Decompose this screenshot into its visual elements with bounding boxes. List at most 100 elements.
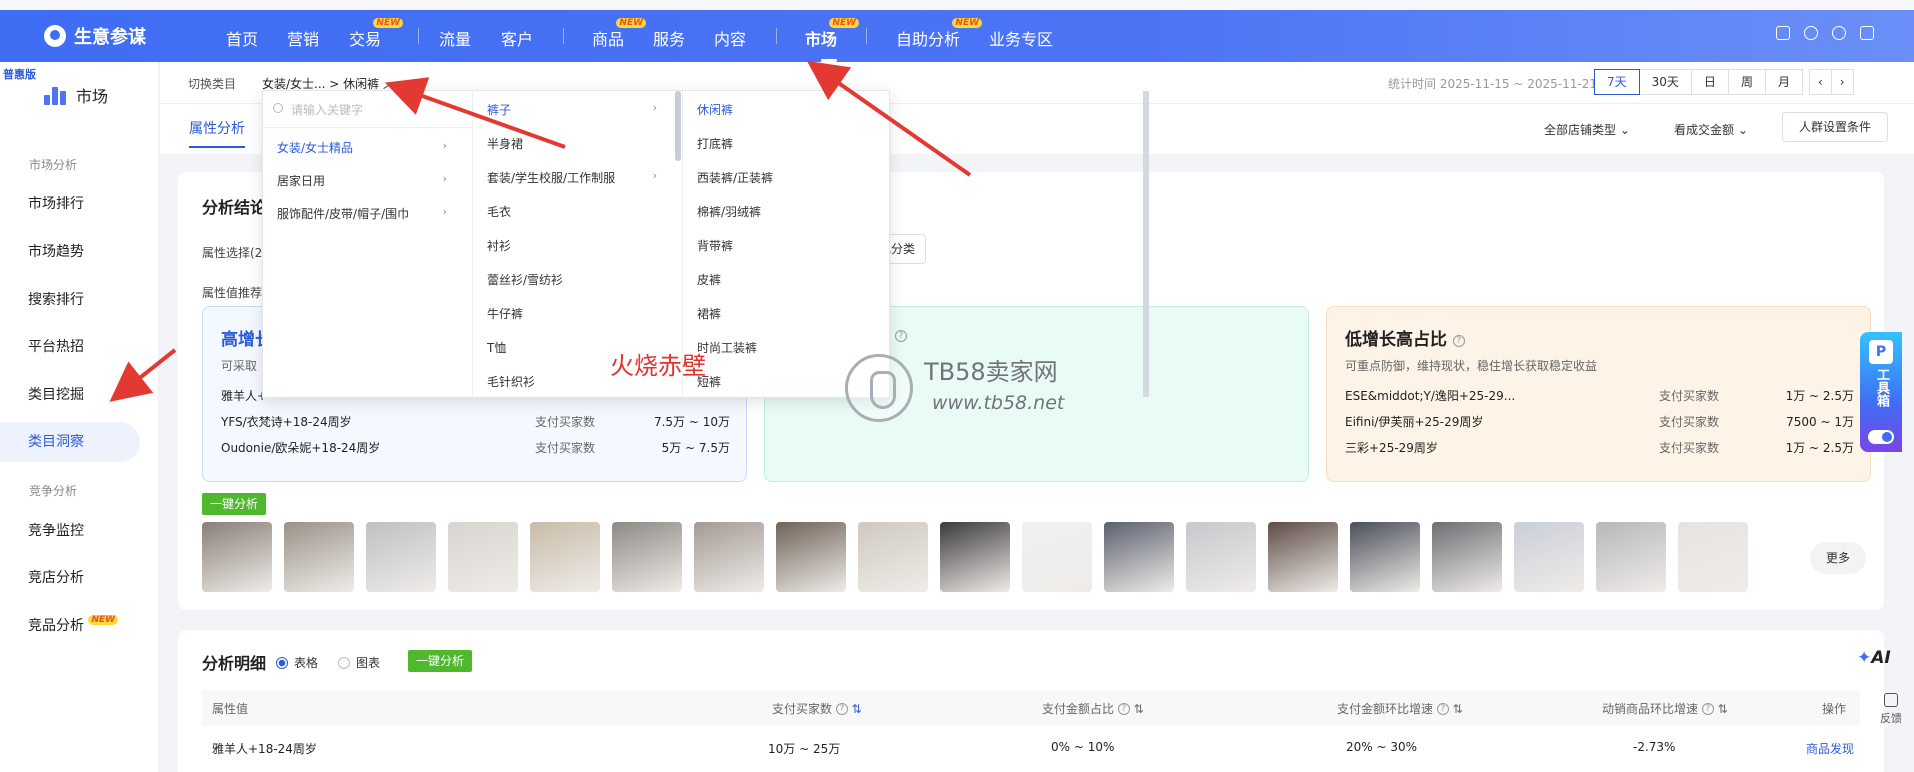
category-option[interactable]: 女装/女士精品 › (277, 139, 457, 156)
product-thumbnail[interactable] (1268, 522, 1338, 592)
col-active-growth[interactable]: 动销商品环比增速 ? ⇅ (1602, 700, 1728, 717)
category-option[interactable]: 皮裤 (697, 271, 721, 288)
product-thumbnail[interactable] (1432, 522, 1502, 592)
product-thumbnail[interactable] (448, 522, 518, 592)
col-share[interactable]: 支付金额占比 ? ⇅ (1042, 700, 1144, 717)
product-thumbnail[interactable] (776, 522, 846, 592)
sidebar-item-category-mining[interactable]: 类目挖掘 (28, 384, 84, 404)
product-thumbnail[interactable] (1022, 522, 1092, 592)
product-thumbnail[interactable] (858, 522, 928, 592)
more-button[interactable]: 更多 (1810, 542, 1866, 574)
range-day[interactable]: 日 (1690, 69, 1729, 95)
category-option[interactable]: 毛衣 (487, 203, 511, 220)
product-discover-link[interactable]: 商品发现 (1806, 740, 1854, 757)
col-buyers[interactable]: 支付买家数 ? ⇅ (772, 700, 862, 717)
sidebar-group-market: 市场分析 (29, 158, 78, 172)
col-growth[interactable]: 支付金额环比增速 ? ⇅ (1337, 700, 1463, 717)
info-icon[interactable]: ? (895, 330, 907, 342)
sidebar-item-category-insight[interactable]: 类目洞察 (0, 422, 140, 462)
nav-divider (866, 28, 867, 44)
category-option[interactable]: 蕾丝衫/雪纺衫 (487, 271, 563, 288)
category-option[interactable]: 半身裙 (487, 135, 523, 152)
ai-assistant-button[interactable]: ✦AI (1857, 648, 1891, 668)
range-30d[interactable]: 30天 (1638, 69, 1692, 95)
product-thumbnail[interactable] (530, 522, 600, 592)
category-option[interactable]: 背带裤 (697, 237, 733, 254)
detail-one-click-button[interactable]: 一键分析 (408, 650, 473, 672)
category-option[interactable]: 裤子 › (487, 101, 667, 118)
message-icon[interactable] (1776, 26, 1790, 40)
nav-customer[interactable]: 客户 (501, 26, 533, 50)
nav-market[interactable]: 市场 NEW (805, 18, 860, 62)
user-icon[interactable] (1804, 26, 1818, 40)
metric-filter[interactable]: 看成交金额 ⌄ (1674, 121, 1748, 138)
toolbox-toggle[interactable] (1868, 430, 1894, 444)
sidebar-item-compete-product[interactable]: 竞品分析 NEW (28, 615, 119, 635)
nav-product[interactable]: 商品 NEW (592, 18, 647, 50)
nav-trade[interactable]: 交易 NEW (349, 18, 404, 50)
app-logo[interactable]: 生意参谋 (44, 23, 146, 49)
category-option[interactable]: 衬衫 (487, 237, 511, 254)
nav-self-analysis[interactable]: 自助分析 NEW (896, 18, 983, 50)
category-option[interactable]: 居家日用 › (277, 172, 457, 189)
product-thumbnail[interactable] (284, 522, 354, 592)
nav-home[interactable]: 首页 (226, 26, 258, 50)
sidebar-item-market-rank[interactable]: 市场排行 (28, 193, 84, 213)
sidebar-item-compete-shop[interactable]: 竞店分析 (28, 567, 84, 587)
logout-icon[interactable] (1860, 26, 1874, 40)
product-thumbnail[interactable] (694, 522, 764, 592)
info-icon[interactable]: ? (1452, 335, 1465, 347)
product-thumbnail[interactable] (940, 522, 1010, 592)
next-period-button[interactable]: › (1830, 69, 1854, 95)
col-attr: 属性值 (212, 702, 249, 716)
shop-type-filter[interactable]: 全部店铺类型 ⌄ (1544, 121, 1630, 138)
category-option[interactable]: 棉裤/羽绒裤 (697, 203, 761, 220)
nav-service[interactable]: 服务 (653, 26, 685, 50)
product-thumbnail[interactable] (1186, 522, 1256, 592)
category-search-input[interactable]: 请输入关键字 (273, 101, 463, 118)
range-week[interactable]: 周 (1727, 69, 1766, 95)
category-option[interactable]: 打底裤 (697, 135, 733, 152)
nav-content[interactable]: 内容 (714, 26, 746, 50)
nav-business-zone[interactable]: 业务专区 (989, 26, 1053, 50)
category-option[interactable]: T恤 (487, 339, 506, 356)
product-thumbnail[interactable] (1678, 522, 1748, 592)
product-thumbnail[interactable] (1514, 522, 1584, 592)
toolbox-widget[interactable]: P 工具箱 (1860, 332, 1902, 452)
analysis-title: 分析结论 (202, 198, 267, 217)
prev-period-button[interactable]: ‹ (1808, 69, 1832, 95)
sidebar-item-market-trend[interactable]: 市场趋势 (28, 241, 84, 261)
category-option[interactable]: 牛仔裤 (487, 305, 523, 322)
scrollbar-level2[interactable] (675, 91, 681, 161)
category-option[interactable]: 时尚工装裤 (697, 339, 757, 356)
range-month[interactable]: 月 (1764, 69, 1803, 95)
product-thumbnail[interactable] (1104, 522, 1174, 592)
product-thumbnail[interactable] (1596, 522, 1666, 592)
toolbox-icon: P (1869, 340, 1893, 364)
category-option[interactable]: 裙裤 (697, 305, 721, 322)
category-option[interactable]: 服饰配件/皮带/帽子/围巾 › (277, 205, 457, 222)
sidebar-item-search-rank[interactable]: 搜索排行 (28, 289, 84, 309)
view-table-radio[interactable]: 表格 (276, 654, 318, 671)
sidebar-item-platform-hot[interactable]: 平台热招 (28, 336, 84, 356)
help-icon[interactable] (1832, 26, 1846, 40)
product-thumbnail[interactable] (366, 522, 436, 592)
sidebar-item-compete-monitor[interactable]: 竞争监控 (28, 520, 84, 540)
scrollbar-level3[interactable] (1143, 91, 1149, 397)
nav-marketing[interactable]: 营销 (287, 26, 319, 50)
tab-attribute-analysis[interactable]: 属性分析 (189, 118, 245, 148)
category-option[interactable]: 休闲裤 (697, 101, 733, 118)
nav-traffic[interactable]: 流量 (439, 26, 471, 50)
product-thumbnail[interactable] (202, 522, 272, 592)
product-thumbnail[interactable] (1350, 522, 1420, 592)
range-7d[interactable]: 7天 (1594, 69, 1640, 95)
category-option[interactable]: 套装/学生校服/工作制服 › (487, 169, 667, 186)
view-chart-radio[interactable]: 图表 (338, 654, 380, 671)
crowd-settings-button[interactable]: 人群设置条件 (1782, 112, 1889, 142)
feedback-button[interactable]: 反馈 (1880, 693, 1902, 726)
one-click-analysis-button[interactable]: 一键分析 (202, 493, 267, 515)
product-thumbnail[interactable] (612, 522, 682, 592)
category-option[interactable]: 毛针织衫 (487, 373, 535, 390)
category-option[interactable]: 西装裤/正装裤 (697, 169, 773, 186)
chevron-right-icon: › (652, 101, 657, 114)
